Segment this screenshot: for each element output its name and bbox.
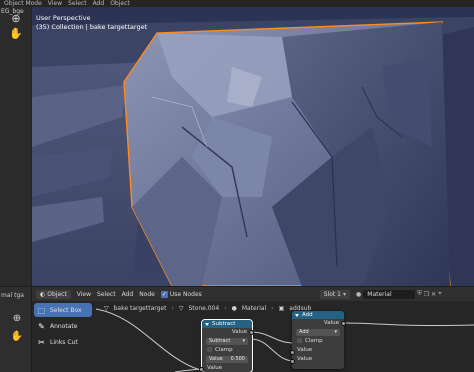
add-node[interactable]: Add Value Add ▾ Clamp Value Value — [292, 311, 344, 369]
breadcrumb-object[interactable]: bake targettarget — [114, 305, 167, 312]
viewport-menu-view[interactable]: View — [48, 0, 62, 7]
links-cut-icon: ✂ — [38, 337, 45, 347]
breadcrumb-group-icon: ▣ — [278, 305, 285, 312]
slot-label: Slot 1 — [323, 290, 341, 298]
use-nodes-toggle[interactable]: ✓ Use Nodes — [160, 290, 202, 298]
chevron-right-icon: › — [271, 305, 274, 312]
breadcrumb-mesh[interactable]: Stone.004 — [189, 305, 220, 312]
tool-shelf: ⬚ Select Box ✎ Annotate ✂ Links Cut — [34, 303, 92, 371]
tool-select-box[interactable]: ⬚ Select Box — [34, 303, 92, 317]
breadcrumb: ▽ bake targettarget › ▽ Stone.004 › ● Ma… — [104, 305, 311, 312]
node-editor-header: ◐ Object View Select Add Node ✓ Use Node… — [32, 287, 474, 301]
add-clamp-checkbox[interactable]: Clamp — [292, 337, 344, 346]
node-editor-side-strip: mal tga ⊕ ✋ — [0, 287, 32, 372]
tool-links-cut-label: Links Cut — [50, 338, 78, 346]
checkmark-icon: ✓ — [160, 290, 168, 298]
material-selector[interactable]: ● Material ⛨ ❐ ✕ ⌖ — [356, 289, 442, 299]
select-box-icon: ⬚ — [37, 305, 46, 315]
subtract-input-label: Value — [207, 365, 223, 371]
add-output-label: Value — [323, 320, 339, 326]
subtract-value-label: Value — [209, 356, 223, 362]
subtract-output-socket[interactable] — [249, 330, 254, 335]
viewport-overlay-text: User Perspective (35) Collection | bake … — [36, 14, 147, 32]
tool-links-cut[interactable]: ✂ Links Cut — [34, 335, 92, 349]
annotate-icon: ✎ — [38, 321, 45, 331]
viewport-header: Object Mode View Select Add Object — [0, 0, 474, 7]
chevron-down-icon: ▾ — [343, 290, 347, 298]
subtract-clamp-label: Clamp — [215, 347, 233, 353]
shader-node-editor[interactable]: mal tga ⊕ ✋ ◐ Object View Select Add Nod… — [0, 287, 474, 372]
chevron-right-icon: › — [171, 305, 174, 312]
subtract-output-label: Value — [231, 329, 247, 335]
checkbox-icon — [297, 338, 302, 343]
checkbox-icon — [207, 347, 212, 352]
menu-view[interactable]: View — [77, 291, 91, 298]
viewport-toolbar: EG_bge ⊕ ✋ — [0, 7, 32, 286]
subtract-operation-label: Subtract — [209, 338, 231, 344]
subtract-operation-dropdown[interactable]: Subtract ▾ — [206, 338, 248, 345]
material-name-field[interactable]: Material — [363, 289, 416, 299]
add-input-2-socket[interactable] — [290, 359, 295, 364]
breadcrumb-material[interactable]: Material — [242, 305, 266, 312]
viewport-menu-select[interactable]: Select — [68, 0, 87, 7]
viewport-menu-object[interactable]: Object — [110, 0, 130, 7]
menu-select[interactable]: Select — [97, 291, 116, 298]
image-tab-label: mal tga — [1, 292, 24, 299]
cursor-icon[interactable]: ⊕ — [8, 10, 24, 26]
use-nodes-label: Use Nodes — [169, 290, 202, 298]
blender-window: Object Mode View Select Add Object EG_bg… — [0, 0, 474, 372]
material-sphere-icon: ● — [356, 290, 362, 298]
breadcrumb-object-icon: ▽ — [104, 305, 109, 312]
editor-type-label: Object — [47, 290, 67, 298]
subtract-clamp-checkbox[interactable]: Clamp — [202, 346, 252, 355]
hand-icon[interactable]: ✋ — [8, 25, 24, 41]
add-input-1-label: Value — [297, 347, 313, 353]
rock-mesh-render[interactable] — [32, 7, 474, 286]
pin-icon[interactable]: ⌖ — [438, 290, 441, 298]
chevron-down-icon: ▾ — [242, 338, 245, 344]
add-operation-dropdown[interactable]: Add ▾ — [296, 329, 340, 336]
chevron-down-icon: ▾ — [334, 329, 337, 335]
close-icon[interactable]: ✕ — [431, 291, 436, 298]
menu-add[interactable]: Add — [122, 291, 134, 298]
viewport-menu-add[interactable]: Add — [93, 0, 105, 7]
3d-viewport[interactable]: Object Mode View Select Add Object EG_bg… — [0, 0, 474, 286]
subtract-input-socket[interactable] — [199, 367, 204, 372]
add-clamp-label: Clamp — [305, 338, 323, 344]
subtract-node[interactable]: Subtract Value Subtract ▾ Clamp Value 0.… — [201, 319, 253, 372]
subtract-value-field[interactable]: Value 0.500 — [206, 356, 248, 363]
subtract-value-number: 0.500 — [230, 356, 245, 362]
subtract-node-header[interactable]: Subtract — [202, 320, 252, 328]
fake-user-icon[interactable]: ⛨ — [417, 290, 422, 298]
cursor-icon[interactable]: ⊕ — [10, 311, 24, 325]
tool-annotate-label: Annotate — [50, 322, 78, 330]
add-input-2-label: Value — [297, 356, 313, 362]
editor-type-dropdown[interactable]: ◐ Object — [36, 289, 71, 299]
breadcrumb-mesh-icon: ▽ — [178, 305, 184, 312]
active-object-label: (35) Collection | bake targettarget — [36, 23, 148, 31]
copy-icon[interactable]: ❐ — [424, 291, 429, 298]
hand-icon[interactable]: ✋ — [10, 329, 24, 343]
add-input-1-socket[interactable] — [290, 350, 295, 355]
menu-node[interactable]: Node — [139, 291, 155, 298]
breadcrumb-material-icon: ● — [231, 305, 237, 312]
add-node-header[interactable]: Add — [292, 311, 344, 319]
chevron-right-icon: › — [224, 305, 227, 312]
view-perspective-label: User Perspective — [36, 14, 91, 22]
tool-annotate[interactable]: ✎ Annotate — [34, 319, 92, 333]
add-output-socket[interactable] — [341, 321, 346, 326]
tool-select-box-label: Select Box — [50, 306, 82, 314]
slot-dropdown[interactable]: Slot 1 ▾ — [319, 289, 351, 299]
add-operation-label: Add — [299, 329, 309, 335]
viewport-menu-object-mode[interactable]: Object Mode — [4, 0, 42, 7]
editor-type-icon: ◐ — [40, 290, 46, 298]
